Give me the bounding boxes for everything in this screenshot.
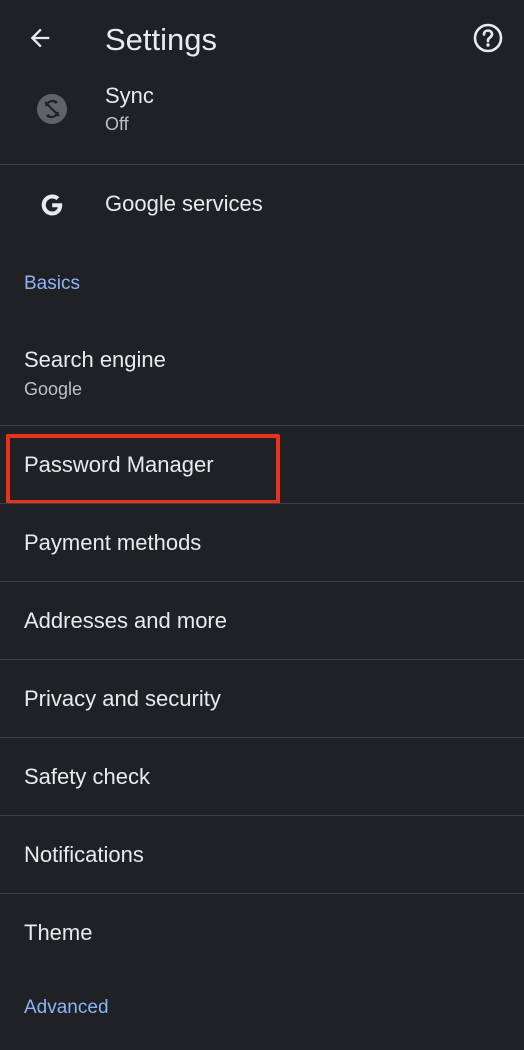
password-manager-label: Password Manager: [24, 452, 214, 477]
app-bar: Settings: [0, 0, 524, 80]
safety-check-label: Safety check: [24, 764, 150, 789]
section-header-advanced[interactable]: Advanced: [24, 996, 109, 1020]
sync-status: Off: [105, 114, 129, 134]
theme-label: Theme: [24, 920, 93, 945]
google-services-label: Google services: [105, 191, 263, 216]
sync-label: Sync: [105, 83, 154, 108]
payment-methods-row[interactable]: Payment methods: [0, 504, 524, 581]
sync-row[interactable]: Sync Off: [0, 80, 524, 164]
arrow-back-icon: [26, 24, 54, 57]
notifications-label: Notifications: [24, 842, 144, 867]
google-services-row[interactable]: Google services: [0, 165, 524, 245]
addresses-label: Addresses and more: [24, 608, 227, 633]
page-title: Settings: [105, 22, 218, 57]
theme-row[interactable]: Theme: [0, 894, 524, 971]
password-manager-row[interactable]: Password Manager: [0, 426, 524, 503]
addresses-row[interactable]: Addresses and more: [0, 582, 524, 659]
privacy-security-label: Privacy and security: [24, 686, 221, 711]
search-engine-label: Search engine: [24, 347, 166, 372]
help-icon: [472, 22, 504, 59]
payment-methods-label: Payment methods: [24, 530, 202, 555]
google-g-icon: [34, 187, 70, 223]
sync-off-icon: [34, 91, 70, 127]
search-engine-row[interactable]: Search engine Google: [0, 328, 524, 425]
safety-check-row[interactable]: Safety check: [0, 738, 524, 815]
help-button[interactable]: [468, 20, 508, 60]
privacy-security-row[interactable]: Privacy and security: [0, 660, 524, 737]
notifications-row[interactable]: Notifications: [0, 816, 524, 893]
back-button[interactable]: [20, 20, 60, 60]
section-header-basics: Basics: [24, 273, 80, 294]
search-engine-value: Google: [24, 379, 83, 399]
